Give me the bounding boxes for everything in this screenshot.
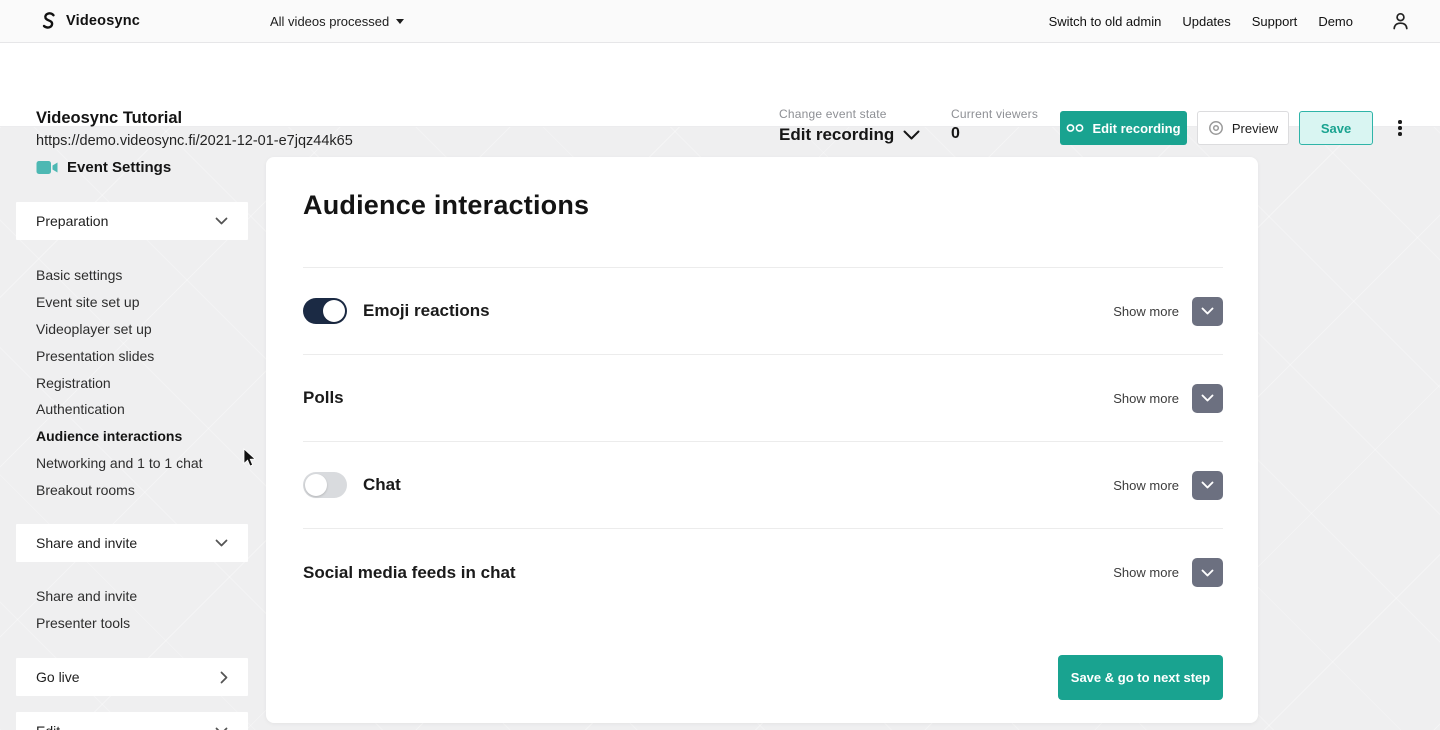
videos-processed-label: All videos processed (270, 14, 389, 29)
chevron-down-icon (1201, 307, 1214, 315)
top-bar: Videosync All videos processed Switch to… (0, 0, 1440, 43)
sidebar-item-share-and-invite[interactable]: Share and invite (36, 583, 137, 610)
expand-emoji-reactions-button[interactable] (1192, 297, 1223, 326)
preview-label: Preview (1232, 121, 1278, 136)
edit-label: Edit (36, 723, 60, 730)
current-viewers-label: Current viewers (951, 107, 1038, 121)
current-viewers-count: 0 (951, 125, 1038, 143)
expand-polls-button[interactable] (1192, 384, 1223, 413)
show-more-link[interactable]: Show more (1113, 391, 1179, 406)
page-title: Audience interactions (303, 190, 589, 221)
event-settings-label: Event Settings (67, 159, 171, 176)
chevron-down-icon (1201, 569, 1214, 577)
support-link[interactable]: Support (1252, 14, 1298, 29)
video-camera-icon (36, 160, 58, 175)
share-invite-items: Share and invite Presenter tools (36, 583, 137, 637)
event-header: Videosync Tutorial https://demo.videosyn… (0, 43, 1440, 127)
preparation-items: Basic settings Event site set up Videopl… (36, 262, 203, 503)
current-viewers-block: Current viewers 0 (951, 107, 1038, 143)
event-state-block: Change event state Edit recording (779, 107, 920, 145)
share-invite-label: Share and invite (36, 535, 137, 551)
show-more-link[interactable]: Show more (1113, 304, 1179, 319)
sidebar-section-edit[interactable]: Edit (16, 712, 248, 730)
chevron-down-icon (215, 539, 228, 547)
more-options-kebab-icon[interactable] (1391, 115, 1409, 141)
sidebar-item-event-site-set-up[interactable]: Event site set up (36, 289, 203, 316)
sidebar-item-networking-1to1-chat[interactable]: Networking and 1 to 1 chat (36, 450, 203, 477)
videos-processed-dropdown[interactable]: All videos processed (270, 14, 404, 29)
feature-row-chat: Chat Show more (303, 442, 1223, 529)
edit-recording-label: Edit recording (1092, 121, 1180, 136)
feature-row-polls: Polls Show more (303, 355, 1223, 442)
updates-link[interactable]: Updates (1182, 14, 1230, 29)
caret-down-icon (396, 19, 404, 24)
feature-row-social-media-feeds: Social media feeds in chat Show more (303, 529, 1223, 616)
event-state-value: Edit recording (779, 125, 894, 145)
audience-interactions-panel: Audience interactions Emoji reactions Sh… (266, 157, 1258, 723)
event-title: Videosync Tutorial (36, 109, 182, 128)
sidebar-section-preparation[interactable]: Preparation (16, 202, 248, 240)
chevron-down-icon (1201, 481, 1214, 489)
feature-row-emoji-reactions: Emoji reactions Show more (303, 268, 1223, 355)
save-area: Save & go to next step (303, 655, 1223, 700)
preparation-label: Preparation (36, 213, 108, 229)
sidebar-item-basic-settings[interactable]: Basic settings (36, 262, 203, 289)
sidebar-item-breakout-rooms[interactable]: Breakout rooms (36, 476, 203, 503)
sidebar-item-authentication[interactable]: Authentication (36, 396, 203, 423)
sidebar-item-videoplayer-set-up[interactable]: Videoplayer set up (36, 316, 203, 343)
emoji-reactions-label: Emoji reactions (363, 301, 490, 321)
panel-title-wrap: Audience interactions (303, 157, 1223, 268)
emoji-reactions-toggle[interactable] (303, 298, 347, 324)
sidebar-section-go-live[interactable]: Go live (16, 658, 248, 696)
sidebar-item-audience-interactions[interactable]: Audience interactions (36, 423, 203, 450)
save-label: Save (1321, 121, 1351, 136)
brand-name: Videosync (66, 13, 140, 29)
chat-toggle[interactable] (303, 472, 347, 498)
chevron-down-icon (1201, 394, 1214, 402)
recording-reels-icon (1066, 123, 1084, 133)
show-more-link[interactable]: Show more (1113, 478, 1179, 493)
preview-button[interactable]: Preview (1197, 111, 1289, 145)
save-button[interactable]: Save (1299, 111, 1373, 145)
switch-old-admin-link[interactable]: Switch to old admin (1049, 14, 1162, 29)
event-state-dropdown[interactable]: Edit recording (779, 125, 920, 145)
event-settings-title: Event Settings (36, 159, 171, 176)
videosync-s-icon (38, 10, 58, 32)
demo-link[interactable]: Demo (1318, 14, 1353, 29)
social-media-feeds-label: Social media feeds in chat (303, 563, 516, 583)
sidebar-item-presenter-tools[interactable]: Presenter tools (36, 610, 137, 637)
expand-social-media-button[interactable] (1192, 558, 1223, 587)
sidebar-item-registration[interactable]: Registration (36, 369, 203, 396)
chevron-down-icon (903, 130, 920, 141)
event-url[interactable]: https://demo.videosync.fi/2021-12-01-e7j… (36, 133, 353, 149)
preview-eye-icon (1208, 120, 1224, 136)
expand-chat-button[interactable] (1192, 471, 1223, 500)
event-state-label: Change event state (779, 107, 920, 121)
show-more-link[interactable]: Show more (1113, 565, 1179, 580)
topbar-links: Switch to old admin Updates Support Demo (1028, 11, 1418, 31)
edit-recording-button[interactable]: Edit recording (1060, 111, 1187, 145)
go-live-label: Go live (36, 669, 80, 685)
sidebar-item-presentation-slides[interactable]: Presentation slides (36, 342, 203, 369)
polls-label: Polls (303, 388, 344, 408)
videosync-logo[interactable]: Videosync (38, 10, 140, 32)
save-go-next-step-button[interactable]: Save & go to next step (1058, 655, 1223, 700)
chevron-down-icon (215, 217, 228, 225)
chat-label: Chat (363, 475, 401, 495)
sidebar-section-share-invite[interactable]: Share and invite (16, 524, 248, 562)
chevron-right-icon (220, 671, 228, 684)
user-account-icon[interactable] (1391, 11, 1410, 31)
